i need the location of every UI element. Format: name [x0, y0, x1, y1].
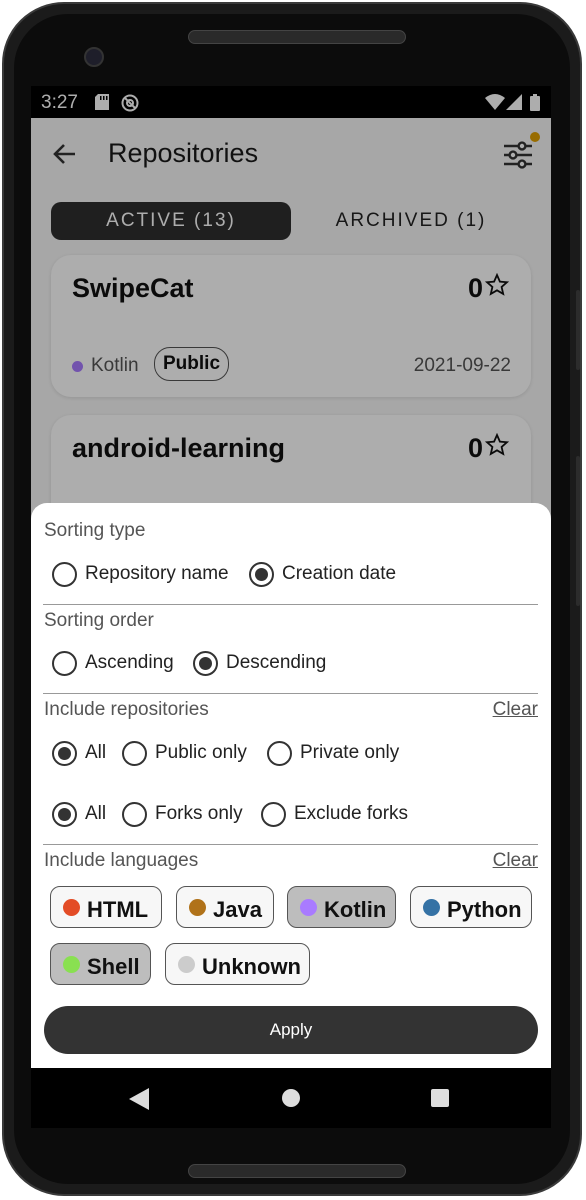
radio-label: Creation date [282, 563, 397, 584]
nav-back-icon[interactable] [129, 1088, 149, 1110]
apply-button[interactable]: Apply [44, 1006, 538, 1054]
radio-button[interactable] [261, 802, 286, 827]
filter-settings-icon[interactable] [501, 138, 535, 172]
chip-label: Python [447, 897, 522, 922]
back-arrow-icon[interactable] [49, 138, 81, 170]
language-color-dot [63, 899, 80, 916]
filter-active-indicator [530, 132, 540, 142]
chip-label: HTML [87, 897, 149, 922]
sd-card-icon [95, 94, 109, 110]
radio-label: Exclude forks [294, 803, 409, 824]
filter-bottom-sheet: Sorting type Repository name Creation da… [31, 503, 551, 1068]
sorting-type-title: Sorting type [44, 520, 146, 541]
star-icon [485, 433, 509, 456]
radio-button[interactable] [122, 741, 147, 766]
clear-languages-link[interactable]: Clear [493, 850, 538, 872]
volume-button [576, 456, 580, 606]
radio-button[interactable] [52, 741, 77, 766]
repository-name: SwipeCat [72, 273, 194, 303]
nav-home-icon[interactable] [282, 1089, 300, 1107]
radio-button[interactable] [267, 741, 292, 766]
language-color-dot [423, 899, 440, 916]
language-color-dot [178, 956, 195, 973]
front-camera [84, 47, 104, 67]
radio-button[interactable] [52, 802, 77, 827]
clear-repositories-link[interactable]: Clear [493, 699, 538, 721]
nav-recents-icon[interactable] [431, 1089, 449, 1107]
radio-label: Ascending [85, 652, 174, 673]
language-chip-kotlin[interactable]: Kotlin [287, 886, 396, 928]
tab-active[interactable]: ACTIVE (13) [51, 202, 291, 240]
status-bar: 3:27 [31, 86, 551, 118]
visibility-badge: Public [154, 347, 230, 381]
language-chip-shell[interactable]: Shell [50, 943, 151, 985]
radio-label: All [85, 803, 107, 824]
divider [43, 604, 538, 605]
language-color-dot [63, 956, 80, 973]
creation-date: 2021-09-22 [413, 355, 511, 376]
radio-label: Repository name [85, 563, 229, 584]
page-title: Repositories [108, 138, 259, 168]
chip-label: Shell [87, 954, 140, 979]
language-color-dot [189, 899, 206, 916]
radio-label: All [85, 742, 107, 763]
divider [43, 844, 538, 845]
include-repositories-title: Include repositories [44, 699, 209, 720]
radio-label: Private only [300, 742, 400, 763]
radio-button[interactable] [249, 562, 274, 587]
radio-button[interactable] [52, 562, 77, 587]
radio-label: Descending [226, 652, 327, 673]
chip-label: Kotlin [324, 897, 387, 922]
screen: 3:27 Repositories ACTIVE (13) ARCHIVED (… [31, 86, 551, 1128]
repository-card[interactable]: SwipeCat 0 Kotlin Public 2021-09-22 [51, 255, 531, 397]
radio-label: Public only [155, 742, 247, 763]
app-bar: Repositories [31, 118, 551, 190]
language-chip-python[interactable]: Python [410, 886, 532, 928]
cell-signal-icon [506, 94, 522, 110]
radio-button[interactable] [193, 651, 218, 676]
star-count: 0 [467, 273, 483, 303]
at-sync-icon [121, 94, 139, 112]
language-color-dot [72, 361, 83, 372]
status-time: 3:27 [41, 92, 78, 113]
radio-button[interactable] [52, 651, 77, 676]
wifi-icon [485, 94, 505, 110]
earpiece-speaker [188, 30, 406, 44]
language-color-dot [300, 899, 317, 916]
include-languages-title: Include languages [44, 850, 199, 871]
power-button [576, 290, 580, 370]
divider [43, 693, 538, 694]
bottom-speaker [188, 1164, 406, 1178]
battery-icon [530, 94, 540, 111]
repository-name: android-learning [72, 433, 286, 463]
chip-label: Java [213, 897, 262, 922]
language-chip-unknown[interactable]: Unknown [165, 943, 310, 985]
radio-label: Forks only [155, 803, 243, 824]
star-icon [485, 273, 509, 296]
system-navigation-bar [31, 1068, 551, 1128]
sorting-order-title: Sorting order [44, 610, 154, 631]
tab-archived[interactable]: ARCHIVED (1) [291, 202, 531, 240]
language-chip-java[interactable]: Java [176, 886, 274, 928]
repository-tabs: ACTIVE (13) ARCHIVED (1) [51, 202, 531, 240]
chip-label: Unknown [202, 954, 301, 979]
repository-language: Kotlin [91, 355, 139, 376]
language-chip-html[interactable]: HTML [50, 886, 162, 928]
star-count: 0 [467, 433, 483, 463]
radio-button[interactable] [122, 802, 147, 827]
